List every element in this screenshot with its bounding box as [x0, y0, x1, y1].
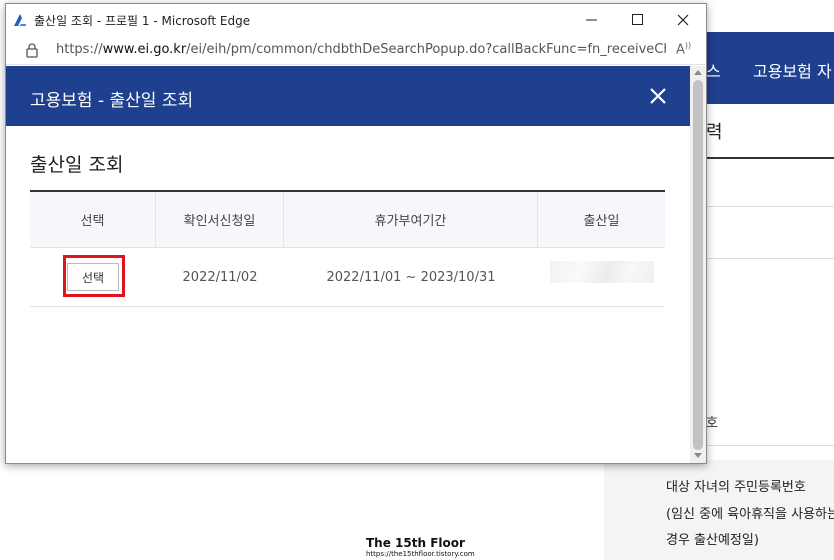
lock-icon[interactable] [25, 42, 39, 58]
popup-header: 고용보험 - 출산일 조회 [6, 66, 690, 126]
vertical-scrollbar[interactable] [690, 66, 706, 463]
divider [706, 206, 834, 207]
table-header-leave-period: 휴가부여기간 [284, 192, 538, 247]
page-document-icon [14, 14, 26, 26]
background-nav-item[interactable]: 고용보험 자 [753, 58, 832, 82]
background-label-text: (임신 중에 육아휴직을 사용하는 [666, 507, 834, 522]
highlight-box [63, 255, 125, 297]
read-aloud-icon[interactable]: A)) [676, 41, 691, 57]
background-label-text: 대상 자녀의 주민등록번호 [666, 480, 806, 495]
minimize-icon [585, 19, 597, 21]
divider [706, 445, 834, 446]
table-cell-birth-date [538, 248, 665, 306]
table-row: 선택 2022/11/02 2022/11/01 ~ 2023/10/31 [30, 248, 665, 307]
popup-close-icon[interactable] [646, 84, 670, 108]
table-cell-request-date: 2022/11/02 [182, 269, 258, 285]
table-header-row: 선택 확인서신청일 휴가부여기간 출산일 [30, 192, 665, 248]
popup-header-title: 고용보험 - 출산일 조회 [30, 91, 194, 111]
watermark-url: https://the15thfloor.tistory.com [366, 550, 475, 558]
background-section-heading: 력 [706, 122, 723, 143]
table-header-select: 선택 [30, 192, 156, 247]
table-header-request-date: 확인서신청일 [156, 192, 284, 247]
background-blank-area [0, 463, 604, 560]
scroll-down-arrow-icon[interactable] [694, 453, 702, 458]
birth-date-table: 선택 확인서신청일 휴가부여기간 출산일 선택 2022/11/02 2022/… [30, 190, 665, 307]
background-label-text: 경우 출산예정일) [666, 533, 759, 548]
window-close-button[interactable] [660, 4, 706, 35]
url-path: /ei/eih/pm/common/chdbthDeSearchPopup.do… [186, 42, 666, 57]
table-cell-leave-period: 2022/11/01 ~ 2023/10/31 [326, 269, 496, 285]
minimize-button[interactable] [568, 4, 614, 35]
url-domain: www.ei.go.kr [102, 42, 187, 57]
watermark-title: The 15th Floor [366, 536, 465, 550]
scroll-up-arrow-icon[interactable] [694, 70, 702, 75]
url-text[interactable]: https://www.ei.go.kr/ei/eih/pm/common/ch… [56, 42, 666, 57]
address-bar[interactable]: https://www.ei.go.kr/ei/eih/pm/common/ch… [6, 35, 706, 65]
divider [706, 258, 834, 259]
popup-window: 출산일 조회 - 프로필 1 - Microsoft Edge https://… [5, 3, 707, 464]
background-nav-item[interactable]: 스 [706, 58, 721, 82]
table-header-birth-date: 출산일 [583, 214, 620, 229]
redacted-birth-date [549, 261, 654, 283]
divider [706, 157, 834, 159]
window-title: 출산일 조회 - 프로필 1 - Microsoft Edge [34, 14, 251, 28]
url-prefix: https:// [56, 42, 103, 57]
maximize-button[interactable] [614, 4, 660, 35]
maximize-icon [631, 14, 643, 25]
section-title: 출산일 조회 [30, 154, 124, 176]
background-table-header: 호 [706, 416, 718, 431]
window-titlebar[interactable]: 출산일 조회 - 프로필 1 - Microsoft Edge [6, 4, 706, 35]
scroll-thumb[interactable] [693, 80, 703, 450]
close-icon [677, 14, 689, 25]
